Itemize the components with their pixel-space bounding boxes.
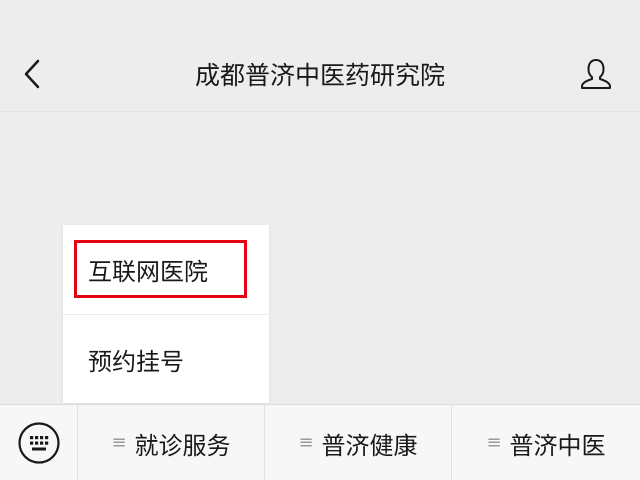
app-window: 成都普济中医药研究院 互联网医院 预约挂号 ≡ 就诊服务 ≡ 普济健康 ≡ 普济… bbox=[0, 0, 640, 480]
person-icon bbox=[581, 59, 611, 89]
tab-label: 普济健康 bbox=[321, 431, 418, 460]
tab-label: 就诊服务 bbox=[134, 431, 231, 460]
tab-medical-services[interactable]: ≡ 就诊服务 bbox=[78, 405, 265, 480]
keyboard-icon bbox=[17, 422, 60, 464]
tab-label: 普济中医 bbox=[509, 431, 606, 460]
menu-item-appointment[interactable]: 预约挂号 bbox=[63, 315, 269, 403]
profile-button[interactable] bbox=[576, 52, 616, 96]
submenu-popup: 互联网医院 预约挂号 bbox=[63, 225, 269, 403]
keyboard-toggle-button[interactable] bbox=[0, 405, 78, 480]
menu-item-label: 预约挂号 bbox=[88, 347, 184, 376]
menu-lines-icon: ≡ bbox=[111, 432, 127, 453]
bottom-menu-bar: ≡ 就诊服务 ≡ 普济健康 ≡ 普济中医 bbox=[0, 404, 640, 480]
menu-lines-icon: ≡ bbox=[486, 432, 502, 453]
menu-lines-icon: ≡ bbox=[298, 432, 314, 453]
tab-puji-tcm[interactable]: ≡ 普济中医 bbox=[452, 405, 640, 480]
highlight-box bbox=[74, 240, 247, 298]
tab-puji-health[interactable]: ≡ 普济健康 bbox=[265, 405, 452, 480]
page-title: 成都普济中医药研究院 bbox=[194, 61, 445, 90]
header-bar: 成都普济中医药研究院 bbox=[0, 0, 640, 112]
